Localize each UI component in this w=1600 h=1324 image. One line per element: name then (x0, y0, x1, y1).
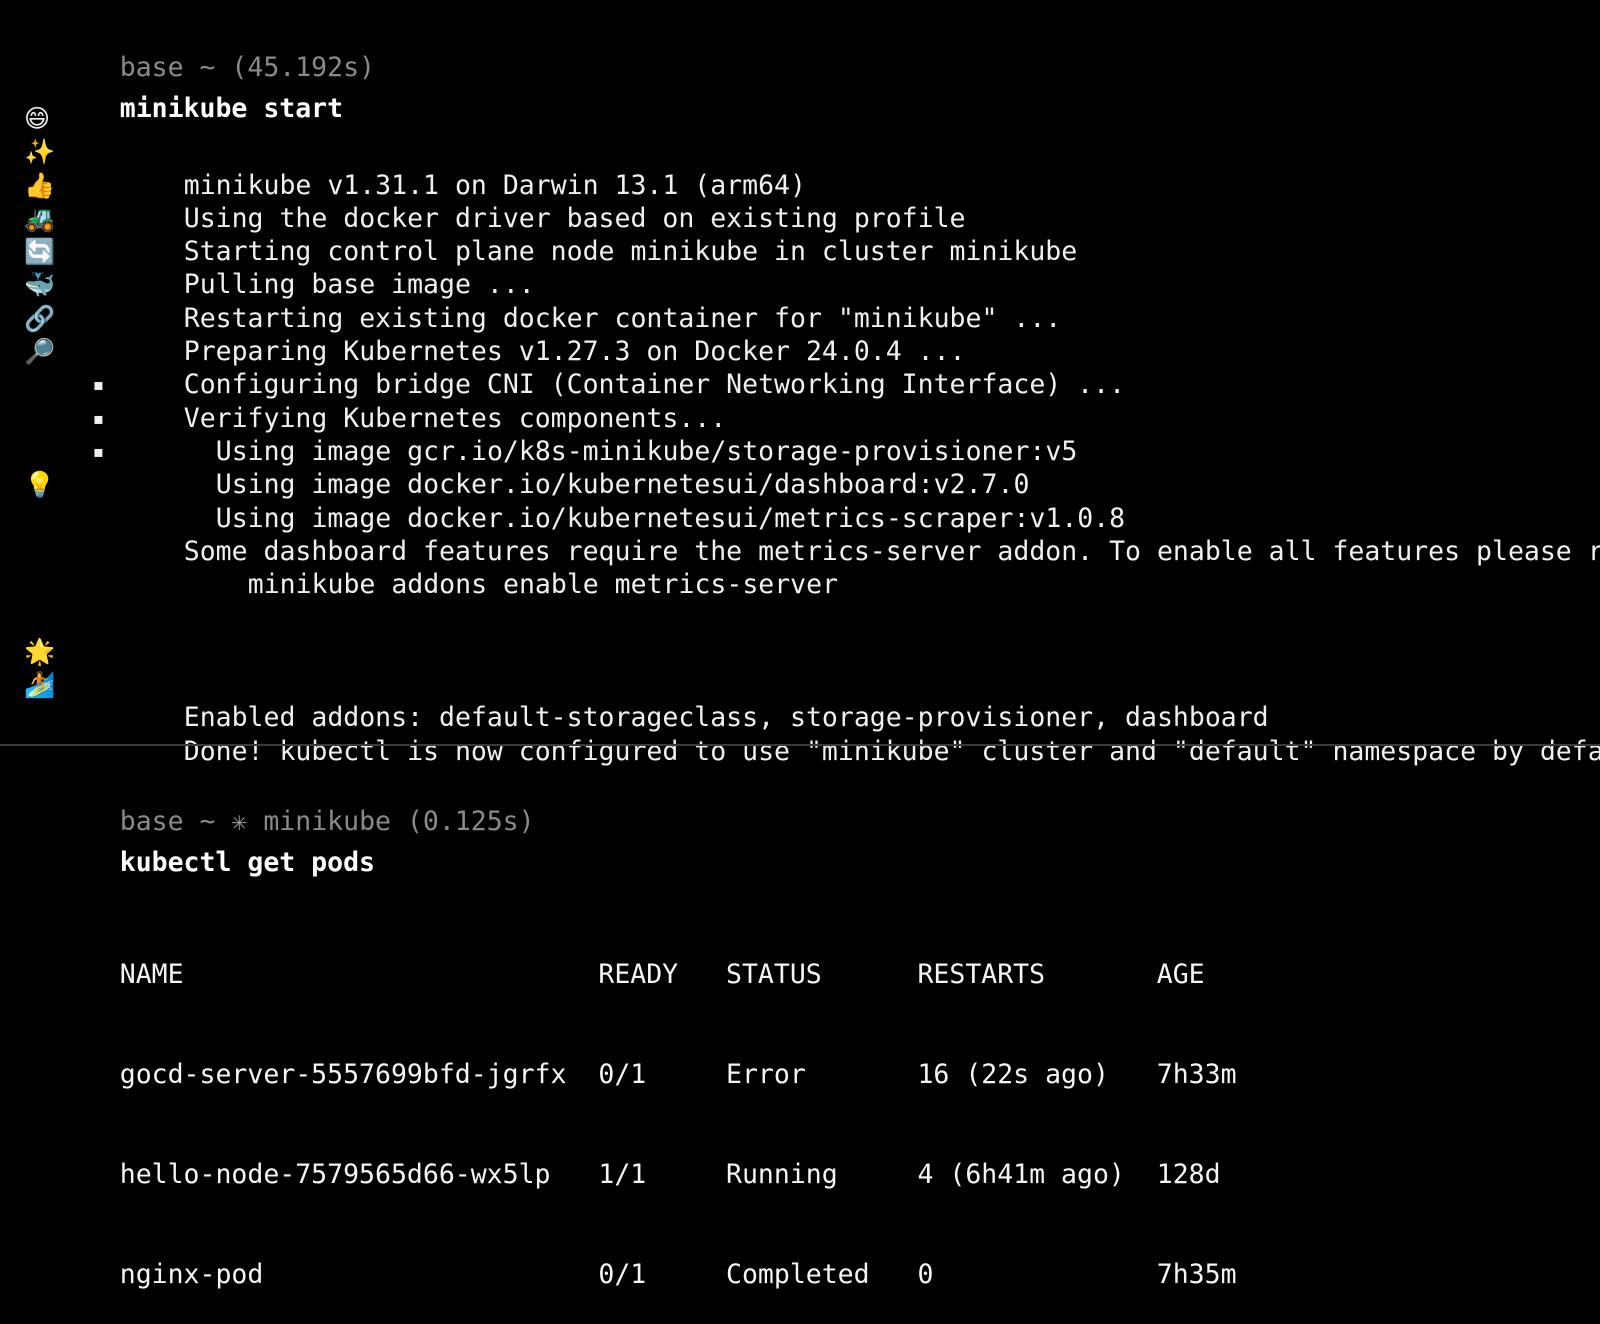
output-line-done: 🏄 Done! kubectl is now configured to use… (0, 668, 1600, 767)
output-line-control-plane: 👍 Starting control plane node minikube i… (0, 169, 1600, 268)
whale-emoji: 🐳 (24, 270, 56, 300)
session-one: base ~ (45.192s) minikube start (0, 12, 1600, 124)
counterclockwise-arrows-emoji: 🔄 (24, 237, 56, 267)
surfer-emoji: 🏄 (24, 670, 56, 700)
glowing-star-emoji: 🌟 (24, 636, 56, 666)
sparkles-emoji: ✨ (24, 137, 56, 167)
table-row-cells: hello-node-7579565d66-wx5lp 1/1 Running … (119, 1158, 1221, 1190)
session-two: base ~ ✳ minikube (0.125s) kubectl get p… (0, 766, 1600, 878)
minikube-output: 😄 minikube v1.31.1 on Darwin 13.1 (arm64… (0, 102, 1600, 767)
output-line-version: 😄 minikube v1.31.1 on Darwin 13.1 (arm64… (0, 102, 1600, 201)
table-row: hello-node-7579565d66-wx5lp 1/1 Running … (24, 1124, 1600, 1190)
bullet-line-storage-provisioner: ▪ Using image gcr.io/k8s-minikube/storag… (0, 368, 1600, 467)
thumbs-up-emoji: 👍 (24, 170, 56, 200)
prompt-suffix-2: minikube (0.125s) (247, 806, 535, 837)
output-text: Enabled addons: default-storageclass, st… (183, 702, 1269, 734)
terminal-window: base ~ (45.192s) minikube start 😄 miniku… (0, 0, 1600, 1290)
pods-table: NAME READY STATUS RESTARTS AGE gocd-serv… (0, 858, 1600, 1324)
table-row: gocd-server-5557699bfd-jgrfx 0/1 Error 1… (24, 1024, 1600, 1090)
output-line-cni: 🔗 Configuring bridge CNI (Container Netw… (0, 302, 1600, 401)
hint-command-text: minikube addons enable metrics-server (247, 569, 839, 601)
table-row-cells: gocd-server-5557699bfd-jgrfx 0/1 Error 1… (119, 1058, 1237, 1090)
square-bullet-icon: ▪ (93, 441, 104, 461)
prompt-line-1: base ~ (45.192s) (0, 12, 1600, 83)
table-header-cells: NAME READY STATUS RESTARTS AGE (119, 958, 1205, 990)
session-divider (0, 744, 1600, 746)
prompt-text-1: base ~ (45.192s) (119, 52, 376, 83)
table-row: nginx-pod 0/1 Completed 0 7h35m (24, 1224, 1600, 1290)
tractor-emoji: 🚜 (24, 203, 56, 233)
bullet-line-metrics-scraper: ▪ Using image docker.io/kubernetesui/met… (0, 435, 1600, 534)
grinning-face-emoji: 😄 (24, 104, 51, 133)
bullet-text: Using image docker.io/kubernetesui/metri… (215, 502, 1126, 534)
prompt-prefix-2: base ~ (119, 806, 232, 837)
square-bullet-icon: ▪ (93, 408, 104, 428)
table-row-cells: nginx-pod 0/1 Completed 0 7h35m (119, 1258, 1237, 1290)
hint-text: Some dashboard features require the metr… (183, 535, 1600, 567)
table-header-row: NAME READY STATUS RESTARTS AGE (24, 925, 1600, 990)
prompt-line-2: base ~ ✳ minikube (0.125s) (0, 766, 1600, 837)
kubernetes-context-icon: ✳ (231, 806, 248, 837)
bullet-line-dashboard: ▪ Using image docker.io/kubernetesui/das… (0, 402, 1600, 501)
square-bullet-icon: ▪ (93, 375, 104, 395)
output-line-pulling: 🚜 Pulling base image ... (0, 202, 1600, 301)
output-text: Done! kubectl is now configured to use "… (183, 735, 1600, 767)
output-line-hint: 💡 Some dashboard features require the me… (0, 468, 1600, 567)
output-line-preparing: 🐳 Preparing Kubernetes v1.27.3 on Docker… (0, 268, 1600, 367)
output-line-enabled-addons: 🌟 Enabled addons: default-storageclass, … (0, 635, 1600, 734)
output-line-restarting: 🔄 Restarting existing docker container f… (0, 235, 1600, 334)
output-line-driver: ✨ Using the docker driver based on exist… (0, 135, 1600, 234)
output-line-verifying: 🔎 Verifying Kubernetes components... (0, 335, 1600, 434)
light-bulb-emoji: 💡 (24, 470, 56, 500)
link-emoji: 🔗 (24, 303, 56, 333)
magnifying-glass-emoji: 🔎 (24, 337, 56, 367)
